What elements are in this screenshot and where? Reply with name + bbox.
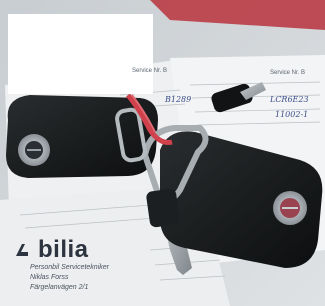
photo-scene: Service Nr. B Service Nr. B B1289 LCR6E2… [0,0,325,306]
bilia-logo: bilia [14,236,89,264]
key-fob-small [146,188,180,228]
handwriting-right-1: LCR6E23 [270,95,309,104]
brand-sub-line-1: Personbil Servicetekniker [30,264,109,271]
handwriting-right-2: 11002-1 [275,110,309,119]
redaction-box [8,14,153,94]
brand-sub-line-3: Färgelanvägen 2/1 [30,284,89,291]
brand-name: bilia [38,236,89,263]
bilia-logo-icon [16,244,28,256]
brand-sub-line-2: Niklas Forss [30,274,69,281]
document-right-header: Service Nr. B [270,70,306,76]
document-left-header: Service Nr. B [132,68,168,74]
handwriting-left-1: B1289 [165,95,192,104]
